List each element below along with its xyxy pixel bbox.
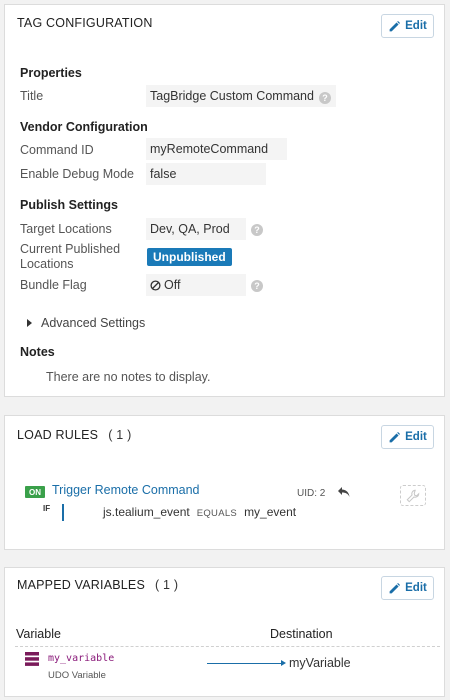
reply-arrow-icon[interactable] xyxy=(337,486,351,498)
edit-label: Edit xyxy=(405,20,427,32)
caret-right-icon xyxy=(27,319,32,327)
bundle-flag-label: Bundle Flag xyxy=(20,278,87,292)
tag-configuration-panel: TAG CONFIGURATION Edit Properties Title … xyxy=(4,4,445,397)
debug-mode-label: Enable Debug Mode xyxy=(20,167,134,181)
load-rules-count: ( 1 ) xyxy=(108,428,132,442)
udo-variable-icon xyxy=(25,652,39,666)
panel-title-load-rules: LOAD RULES ( 1 ) xyxy=(17,428,131,442)
load-rules-panel: LOAD RULES ( 1 ) Edit ON Trigger Remote C… xyxy=(4,415,445,550)
mapped-variables-edit-button[interactable]: Edit xyxy=(381,576,434,600)
current-published-label-line1: Current Published xyxy=(20,242,121,256)
notes-heading: Notes xyxy=(20,345,55,359)
variable-column-header: Variable xyxy=(16,627,61,641)
pencil-icon xyxy=(389,431,401,442)
notes-empty-text: There are no notes to display. xyxy=(46,370,211,384)
vendor-configuration-heading: Vendor Configuration xyxy=(20,120,148,134)
properties-heading: Properties xyxy=(20,66,82,80)
row-divider xyxy=(15,646,440,647)
debug-mode-value: false xyxy=(146,163,266,185)
help-icon[interactable]: ? xyxy=(251,224,263,236)
publish-settings-heading: Publish Settings xyxy=(20,198,118,212)
panel-title-tag-configuration: TAG CONFIGURATION xyxy=(17,16,153,30)
off-circle-icon xyxy=(150,279,161,291)
condition-operator: EQUALS xyxy=(196,508,238,519)
condition-if-label: IF xyxy=(43,504,51,513)
mapped-variables-count: ( 1 ) xyxy=(155,578,179,592)
variable-name: my_variable xyxy=(48,653,115,664)
bundle-flag-value-text: Off xyxy=(164,278,181,292)
command-id-label: Command ID xyxy=(20,143,94,157)
target-locations-label: Target Locations xyxy=(20,222,112,236)
title-value-text: TagBridge Custom Command xyxy=(150,89,314,103)
uid-label: UID: xyxy=(297,488,317,499)
rule-name-link[interactable]: Trigger Remote Command xyxy=(52,483,200,497)
uid-value: 2 xyxy=(319,488,326,499)
pencil-icon xyxy=(389,582,401,593)
target-locations-value-text: Dev, QA, Prod xyxy=(150,222,230,236)
condition-bar xyxy=(62,504,64,521)
wrench-icon xyxy=(406,489,420,502)
debug-mode-value-text: false xyxy=(150,167,177,181)
destination-column-header: Destination xyxy=(270,627,333,641)
edit-label: Edit xyxy=(405,431,427,443)
edit-label: Edit xyxy=(405,582,427,594)
rule-condition: js.tealium_event EQUALS my_event xyxy=(103,505,296,519)
advanced-settings-toggle[interactable]: Advanced Settings xyxy=(27,316,145,330)
mapping-arrow-icon xyxy=(281,660,286,666)
advanced-settings-label: Advanced Settings xyxy=(41,316,146,330)
mapped-variables-title: MAPPED VARIABLES xyxy=(17,578,146,592)
title-label: Title xyxy=(20,89,44,103)
rule-uid: UID: 2 xyxy=(297,488,325,499)
load-rules-edit-button[interactable]: Edit xyxy=(381,425,434,449)
mapping-arrow-line xyxy=(207,663,283,664)
help-icon[interactable]: ? xyxy=(319,92,331,104)
panel-title-mapped-variables: MAPPED VARIABLES ( 1 ) xyxy=(17,578,178,592)
bundle-flag-value: Off xyxy=(146,274,246,296)
pencil-icon xyxy=(389,20,401,31)
command-id-value: myRemoteCommand xyxy=(146,138,287,160)
condition-variable: js.tealium_event xyxy=(103,505,190,519)
rule-on-badge: ON xyxy=(25,486,45,498)
load-rules-title: LOAD RULES xyxy=(17,428,99,442)
command-id-value-text: myRemoteCommand xyxy=(150,142,269,156)
destination-value: myVariable xyxy=(289,656,351,670)
condition-value: my_event xyxy=(244,505,297,519)
target-locations-value: Dev, QA, Prod xyxy=(146,218,246,240)
variable-type: UDO Variable xyxy=(48,670,106,681)
help-icon[interactable]: ? xyxy=(251,280,263,292)
tag-config-edit-button[interactable]: Edit xyxy=(381,14,434,38)
current-published-label-line2: Locations xyxy=(20,257,74,271)
unpublished-badge: Unpublished xyxy=(147,248,232,266)
current-published-label: Current Published Locations xyxy=(20,242,120,272)
mapped-variables-panel: MAPPED VARIABLES ( 1 ) Edit Variable Dest… xyxy=(4,567,445,697)
rule-settings-button[interactable] xyxy=(400,485,426,506)
title-value: TagBridge Custom Command xyxy=(146,85,336,107)
